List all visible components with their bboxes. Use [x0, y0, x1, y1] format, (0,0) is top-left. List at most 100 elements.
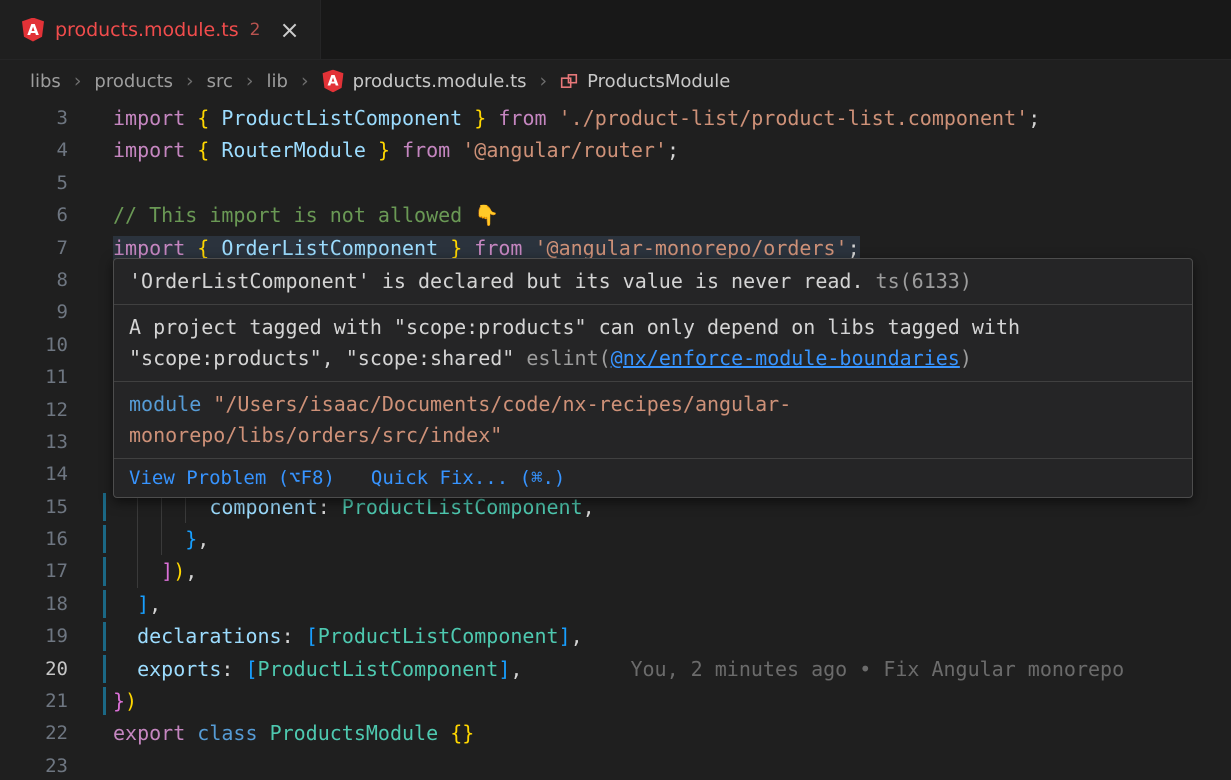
line-number: 9 — [0, 296, 68, 328]
code-token — [209, 106, 221, 130]
breadcrumb-item-label: lib — [267, 71, 288, 92]
breadcrumb-item-products[interactable]: products — [94, 71, 173, 92]
editor-line-5: 5 — [0, 167, 1231, 199]
breadcrumb-item-lib[interactable]: lib — [267, 71, 288, 92]
code-token — [450, 138, 462, 162]
code-token — [185, 236, 197, 260]
code-token — [185, 138, 197, 162]
code-line-content[interactable]: export class ProductsModule {} — [113, 717, 474, 749]
editor-tab-bar: A products.module.ts 2 × — [0, 0, 1231, 60]
code-token: export — [113, 721, 185, 745]
breadcrumb-separator-icon: › — [74, 70, 82, 92]
tab-products-module[interactable]: A products.module.ts 2 × — [0, 0, 321, 59]
line-number: 5 — [0, 167, 68, 199]
hover-text-line: A project tagged with "scope:products" c… — [129, 312, 1177, 343]
code-token: from — [498, 106, 546, 130]
hover-text-line: "scope:products", "scope:shared" eslint(… — [129, 343, 1177, 374]
hover-ts-diagnostic: 'OrderListComponent' is declared but its… — [114, 259, 1192, 305]
code-line-content[interactable]: import { ProductListComponent } from './… — [113, 102, 1040, 134]
code-token — [522, 236, 534, 260]
editor-pane: 3 import { ProductListComponent } from '.… — [0, 102, 1231, 780]
line-number: 21 — [0, 685, 68, 717]
code-token: ProductsModule — [270, 721, 439, 745]
code-line-content[interactable]: ], — [113, 588, 161, 620]
code-token: import — [113, 106, 185, 130]
code-token: 👇 — [474, 203, 499, 227]
tab-title: products.module.ts — [55, 19, 239, 41]
code-token: [ — [245, 657, 257, 681]
code-token: module — [129, 392, 201, 416]
view-problem-button[interactable]: View Problem (⌥F8) — [129, 464, 335, 492]
code-token — [209, 236, 221, 260]
code-token — [113, 657, 137, 681]
code-token: : — [282, 624, 306, 648]
editor-line-21: 21}) — [0, 685, 1231, 717]
editor-line-16: 16 }, — [0, 523, 1231, 555]
code-token: declarations — [137, 624, 282, 648]
editor-line-19: 19 declarations: [ProductListComponent], — [0, 620, 1231, 652]
hover-text-line: 'OrderListComponent' is declared but its… — [129, 266, 1177, 297]
hover-text-line: module "/Users/isaac/Documents/code/nx-r… — [129, 389, 1177, 420]
code-line-content[interactable]: import { RouterModule } from '@angular/r… — [113, 134, 679, 166]
breadcrumb-item-productsmodule[interactable]: ProductsModule — [560, 71, 730, 92]
git-modified-indicator — [103, 557, 106, 585]
editor-line-23: 23 — [0, 750, 1231, 780]
breadcrumb-item-products-module-ts[interactable]: Aproducts.module.ts — [322, 69, 527, 93]
line-number: 14 — [0, 458, 68, 490]
tab-close-icon[interactable]: × — [279, 18, 299, 42]
editor-line-3: 3 import { ProductListComponent } from '.… — [0, 102, 1231, 134]
code-line-content[interactable]: // This import is not allowed 👇 — [113, 199, 499, 231]
code-token: // This import is not allowed — [113, 203, 474, 227]
breadcrumb: libs›products›src›lib›Aproducts.module.t… — [0, 60, 1231, 102]
line-number: 3 — [0, 102, 68, 134]
class-symbol-icon — [560, 72, 578, 90]
code-token: , — [583, 495, 595, 519]
code-token — [113, 624, 137, 648]
code-token: 'OrderListComponent' is declared but its… — [129, 269, 876, 293]
code-token: ] — [559, 624, 571, 648]
breadcrumb-item-label: libs — [30, 71, 61, 92]
code-token: } — [185, 527, 197, 551]
line-number: 13 — [0, 426, 68, 458]
editor-line-18: 18 ], — [0, 588, 1231, 620]
code-token: ) — [960, 346, 972, 370]
quick-fix-button[interactable]: Quick Fix... (⌘.) — [371, 464, 565, 492]
line-number: 18 — [0, 588, 68, 620]
code-token — [462, 106, 474, 130]
code-token: ] — [161, 559, 173, 583]
error-underlined-statement[interactable]: import { OrderListComponent } from '@ang… — [113, 236, 860, 260]
line-number: 12 — [0, 394, 68, 426]
line-number: 23 — [0, 750, 68, 780]
code-token: '@angular-monorepo/orders' — [535, 236, 848, 260]
line-number: 16 — [0, 523, 68, 555]
code-token — [113, 527, 185, 551]
code-token — [113, 559, 161, 583]
editor-line-4: 4import { RouterModule } from '@angular/… — [0, 134, 1231, 166]
breadcrumb-item-src[interactable]: src — [207, 71, 233, 92]
code-line-content[interactable]: }, — [113, 523, 209, 555]
code-token: { — [197, 236, 209, 260]
line-number: 15 — [0, 491, 68, 523]
code-token: , — [185, 559, 197, 583]
git-modified-indicator — [103, 493, 106, 521]
eslint-rule-link[interactable]: @nx/enforce-module-boundaries — [611, 346, 960, 370]
angular-file-icon: A — [322, 70, 343, 93]
code-token: , — [571, 624, 583, 648]
code-token — [462, 236, 474, 260]
code-token: '@angular/router' — [462, 138, 667, 162]
code-token: OrderListComponent — [221, 236, 438, 260]
breadcrumb-item-libs[interactable]: libs — [30, 71, 61, 92]
git-modified-indicator — [103, 655, 106, 683]
breadcrumb-item-label: products — [94, 71, 173, 92]
code-line-content[interactable]: }) — [113, 685, 137, 717]
code-token: ; — [667, 138, 679, 162]
code-token: ; — [848, 236, 860, 260]
line-number: 10 — [0, 329, 68, 361]
code-line-content[interactable]: exports: [ProductListComponent],You, 2 m… — [113, 653, 1124, 685]
code-line-content[interactable]: ]), — [113, 555, 197, 587]
code-line-content[interactable]: declarations: [ProductListComponent], — [113, 620, 583, 652]
code-token: } — [450, 236, 462, 260]
line-number: 11 — [0, 361, 68, 393]
code-token: ProductListComponent — [342, 495, 583, 519]
code-token: ProductListComponent — [258, 657, 499, 681]
